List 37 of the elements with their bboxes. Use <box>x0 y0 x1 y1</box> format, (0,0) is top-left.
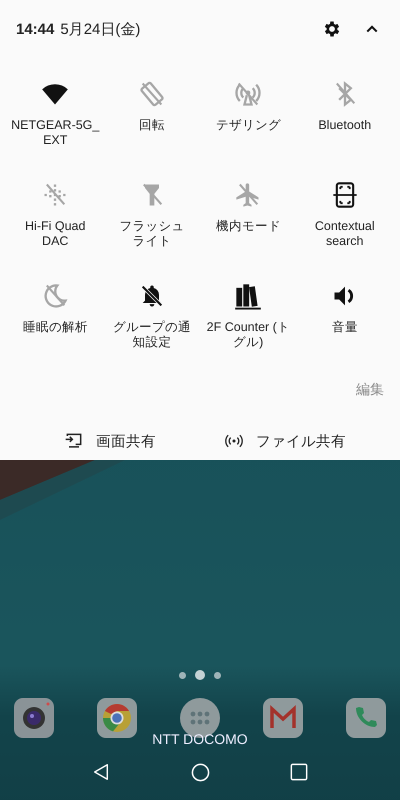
tile-label: NETGEAR-5G_ <box>11 118 100 133</box>
phone-app-icon[interactable] <box>344 696 388 740</box>
books-icon[interactable] <box>234 282 262 310</box>
tile-label: 知設定 <box>132 335 172 350</box>
home-icon[interactable] <box>190 763 210 782</box>
share-button[interactable]: 画面共有 <box>60 427 160 455</box>
tile-label: 2F Counter (ト <box>206 320 290 335</box>
mail-app-icon[interactable] <box>261 696 305 740</box>
recents-icon[interactable] <box>290 763 308 781</box>
tile-label: テザリング <box>216 118 281 133</box>
page-dot[interactable] <box>195 670 205 680</box>
tile-label: Hi-Fi Quad <box>25 219 86 234</box>
clock-time: 14:44 <box>16 20 54 38</box>
tile-label: EXT <box>43 133 68 148</box>
scan-frame-icon[interactable] <box>330 181 359 209</box>
back-icon[interactable] <box>92 763 110 781</box>
tile-label: フラッシュ <box>119 219 184 234</box>
carrier-name: NTT DOCOMO <box>152 731 248 747</box>
date-text: 5月24日(金) <box>60 20 140 38</box>
tile-label: DAC <box>42 234 68 249</box>
settings-icon[interactable] <box>322 19 342 39</box>
collapse-caret-icon[interactable] <box>366 25 378 33</box>
tile-label: 機内モード <box>216 219 281 234</box>
tile-label: グループの通 <box>112 320 191 335</box>
tile-label: 回転 <box>138 118 165 133</box>
browser-app-icon[interactable] <box>95 696 139 740</box>
share-button[interactable]: ファイル共有 <box>220 427 350 455</box>
page-dot[interactable] <box>214 672 221 678</box>
tile-label: ライト <box>132 234 172 249</box>
tile-label: 音量 <box>332 320 358 335</box>
tile-label: Bluetooth <box>318 118 372 133</box>
tile-label: グル) <box>233 335 264 350</box>
tile-label: 睡眠の解析 <box>22 320 88 335</box>
page-dot[interactable] <box>179 672 186 678</box>
tile-label: Contextual <box>314 219 375 234</box>
camera-app-icon[interactable] <box>12 696 56 740</box>
tile-label: search <box>326 234 364 249</box>
